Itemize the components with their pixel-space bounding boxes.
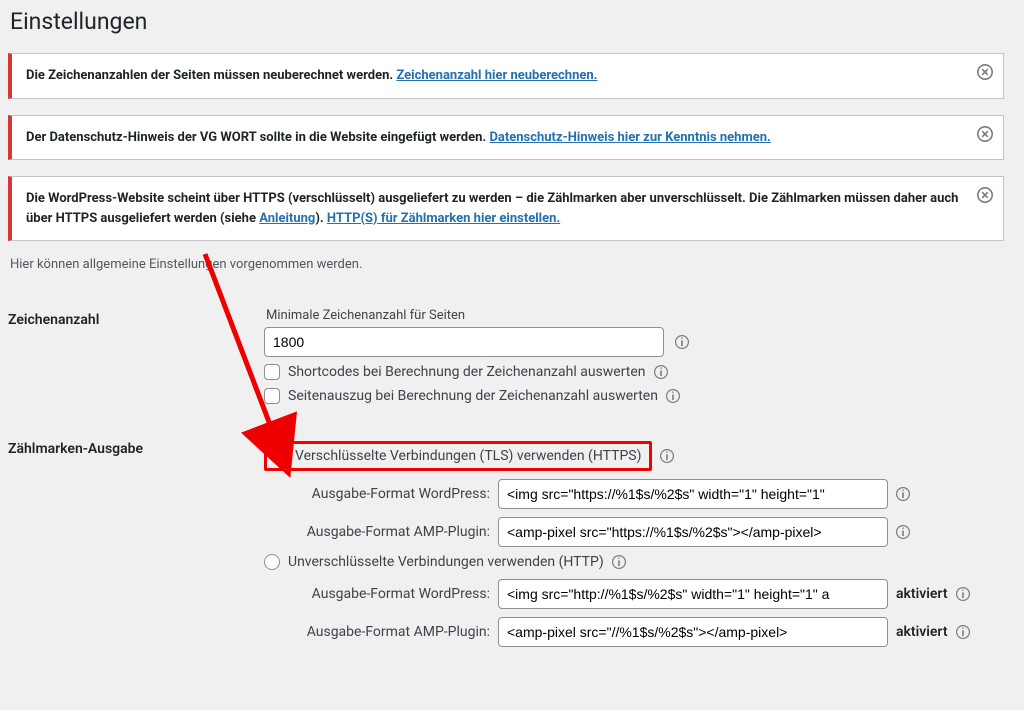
format-wp-label: Ausgabe-Format WordPress: [286, 486, 498, 502]
close-icon[interactable] [977, 187, 993, 207]
notice-link-anleitung[interactable]: Anleitung [259, 211, 315, 226]
info-icon[interactable] [664, 387, 682, 405]
radio-label: Verschlüsselte Verbindungen (TLS) verwen… [295, 448, 641, 464]
checkbox-shortcodes[interactable] [264, 364, 280, 380]
info-icon[interactable] [652, 363, 670, 381]
checkbox-label: Seitenauszug bei Berechnung der Zeichena… [288, 388, 658, 404]
format-amp-label: Ausgabe-Format AMP-Plugin: [286, 524, 498, 540]
notice-privacy: Der Datenschutz-Hinweis der VG WORT soll… [8, 115, 1004, 161]
info-icon[interactable] [610, 553, 628, 571]
notice-link-https-setting[interactable]: HTTP(S) für Zählmarken hier einstellen. [327, 211, 560, 226]
info-icon[interactable] [894, 485, 912, 503]
section-heading-chars: Zeichenanzahl [8, 294, 264, 423]
status-active: aktiviert [896, 624, 948, 640]
checkbox-excerpt[interactable] [264, 388, 280, 404]
notice-charcount: Die Zeichenanzahlen der Seiten müssen ne… [8, 53, 1004, 99]
format-wp-https-input[interactable] [498, 479, 888, 509]
info-icon[interactable] [954, 585, 972, 603]
notice-text: Der Datenschutz-Hinweis der VG WORT soll… [26, 130, 489, 145]
notice-https: Die WordPress-Website scheint über HTTPS… [8, 176, 1004, 241]
format-amp-http-input[interactable] [498, 617, 888, 647]
radio-https[interactable] [271, 448, 287, 464]
checkbox-label: Shortcodes bei Berechnung der Zeichenanz… [288, 364, 646, 380]
radio-label: Unverschlüsselte Verbindungen verwenden … [288, 554, 604, 570]
info-icon[interactable] [658, 447, 676, 465]
info-icon[interactable] [894, 523, 912, 541]
format-wp-label: Ausgabe-Format WordPress: [286, 586, 498, 602]
notice-text: Die Zeichenanzahlen der Seiten müssen ne… [26, 68, 396, 83]
notice-link-privacy[interactable]: Datenschutz-Hinweis hier zur Kenntnis ne… [489, 130, 770, 145]
notice-link-recalc[interactable]: Zeichenanzahl hier neuberechnen. [396, 68, 597, 83]
section-heading-output: Zählmarken-Ausgabe [8, 423, 264, 667]
format-amp-label: Ausgabe-Format AMP-Plugin: [286, 624, 498, 640]
radio-http[interactable] [264, 554, 280, 570]
close-icon[interactable] [977, 64, 993, 84]
info-icon[interactable] [954, 623, 972, 641]
close-icon[interactable] [977, 126, 993, 146]
highlight-box: Verschlüsselte Verbindungen (TLS) verwen… [264, 441, 652, 471]
min-chars-label: Minimale Zeichenanzahl für Seiten [266, 308, 994, 323]
min-chars-input[interactable] [264, 327, 664, 357]
status-active: aktiviert [896, 586, 948, 602]
format-amp-https-input[interactable] [498, 517, 888, 547]
info-icon[interactable] [673, 333, 691, 351]
format-wp-http-input[interactable] [498, 579, 888, 609]
page-description: Hier können allgemeine Einstellungen vor… [10, 257, 1004, 272]
notice-text: ). [315, 211, 327, 226]
page-title: Einstellungen [10, 8, 1004, 35]
